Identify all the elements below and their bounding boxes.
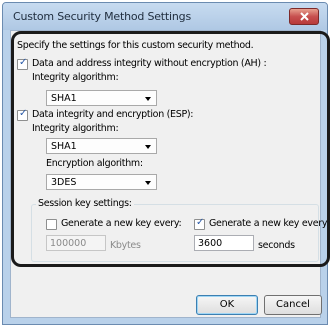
seconds-unit: seconds: [258, 240, 295, 251]
close-button[interactable]: [289, 8, 319, 25]
chevron-down-icon: [145, 181, 151, 185]
ah-label: Data and address integrity without encry…: [32, 58, 267, 69]
esp-encryption-label: Encryption algorithm:: [46, 158, 143, 169]
chevron-down-icon: [145, 145, 151, 149]
kbytes-label: Generate a new key every:: [61, 218, 182, 229]
close-icon: [300, 12, 309, 21]
ah-checkbox[interactable]: [17, 57, 28, 70]
seconds-label: Generate a new key every:: [209, 218, 330, 229]
chevron-down-icon: [145, 97, 151, 101]
esp-integrity-dropdown[interactable]: SHA1: [46, 138, 157, 154]
seconds-checkbox[interactable]: [194, 217, 205, 230]
esp-integrity-label: Integrity algorithm:: [32, 123, 119, 134]
seconds-value: 3600: [198, 238, 223, 249]
cancel-button[interactable]: Cancel: [264, 295, 322, 315]
seconds-input[interactable]: 3600: [194, 235, 254, 251]
intro-text: Specify the settings for this custom sec…: [17, 40, 254, 51]
window-title: Custom Security Method Settings: [13, 10, 191, 23]
ah-integrity-value: SHA1: [51, 93, 77, 104]
kbytes-value: 100000: [50, 238, 87, 249]
esp-encryption-dropdown[interactable]: 3DES: [46, 174, 157, 190]
title-bar[interactable]: Custom Security Method Settings: [3, 3, 327, 30]
session-label: Session key settings:: [36, 198, 134, 209]
ah-integrity-label: Integrity algorithm:: [32, 72, 119, 83]
esp-encryption-value: 3DES: [51, 177, 77, 188]
kbytes-checkbox[interactable]: [46, 219, 57, 230]
esp-checkbox[interactable]: [17, 108, 28, 121]
ok-button[interactable]: OK: [196, 295, 258, 315]
kbytes-unit: Kbytes: [110, 240, 141, 251]
session-key-group: [31, 204, 319, 262]
kbytes-input[interactable]: 100000: [46, 235, 106, 251]
esp-label: Data integrity and encryption (ESP):: [32, 109, 194, 120]
ah-integrity-dropdown[interactable]: SHA1: [46, 90, 157, 106]
esp-integrity-value: SHA1: [51, 141, 77, 152]
